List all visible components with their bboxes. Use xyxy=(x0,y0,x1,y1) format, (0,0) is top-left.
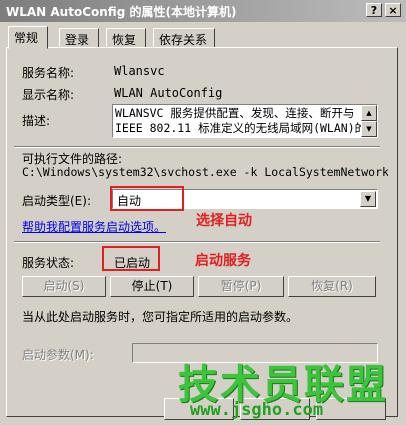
window-title: WLAN AutoConfig 的属性(本地计算机) xyxy=(6,5,237,19)
exe-path-value: C:\Windows\system32\svchost.exe -k Local… xyxy=(22,165,388,179)
service-name-label: 服务名称: xyxy=(22,66,75,80)
annotation-start-service: 启动服务 xyxy=(195,253,251,269)
service-name-value: Wlansvc xyxy=(114,64,165,78)
display-name-value: WLAN AutoConfig xyxy=(114,86,223,100)
help-button[interactable]: ? xyxy=(366,3,382,17)
description-label: 描述: xyxy=(22,114,51,128)
title-bar: WLAN AutoConfig 的属性(本地计算机) ? × xyxy=(0,0,406,22)
stop-button[interactable]: 停止(T) xyxy=(110,276,194,297)
watermark-url: www.jsgho.com xyxy=(190,400,324,420)
help-configure-link[interactable]: 帮助我配置服务启动选项。 xyxy=(22,218,166,235)
description-box[interactable]: WLANSVC 服务提供配置、发现、连接、断开与 IEEE 802.11 标准定… xyxy=(112,104,378,138)
annotation-select-auto: 选择自动 xyxy=(196,213,252,229)
highlight-startup-type xyxy=(110,186,184,211)
start-params-hint: 当从此处启动服务时，您可指定所适用的启动参数。 xyxy=(22,310,299,324)
scroll-down-icon[interactable]: ▼ xyxy=(361,121,377,137)
scroll-up-icon[interactable]: ▲ xyxy=(361,105,377,121)
start-params-label: 启动参数(M): xyxy=(22,348,94,362)
resume-button[interactable]: 恢复(R) xyxy=(288,276,376,297)
chevron-down-icon[interactable]: ▼ xyxy=(360,191,376,207)
display-name-label: 显示名称: xyxy=(22,88,75,102)
tab-logon[interactable]: 登录 xyxy=(59,28,99,48)
separator xyxy=(14,146,380,148)
highlight-service-status xyxy=(102,246,160,271)
tab-dependencies[interactable]: 依存关系 xyxy=(153,28,215,48)
description-line-2: IEEE 802.11 标准定义的无线局域网(WLAN)的 xyxy=(115,121,361,135)
description-line-1: WLANSVC 服务提供配置、发现、连接、断开与 xyxy=(115,106,355,120)
tab-recovery[interactable]: 恢复 xyxy=(106,28,146,48)
close-button[interactable]: × xyxy=(385,3,401,17)
description-scrollbar[interactable]: ▲ ▼ xyxy=(361,105,377,137)
start-button[interactable]: 启动(S) xyxy=(22,276,106,297)
service-status-label: 服务状态: xyxy=(22,256,75,270)
separator xyxy=(14,241,380,243)
startup-type-label: 启动类型(E): xyxy=(22,194,91,208)
tab-general[interactable]: 常规 xyxy=(8,26,48,49)
description-text: WLANSVC 服务提供配置、发现、连接、断开与 IEEE 802.11 标准定… xyxy=(115,106,361,136)
pause-button[interactable]: 暂停(P) xyxy=(198,276,284,297)
